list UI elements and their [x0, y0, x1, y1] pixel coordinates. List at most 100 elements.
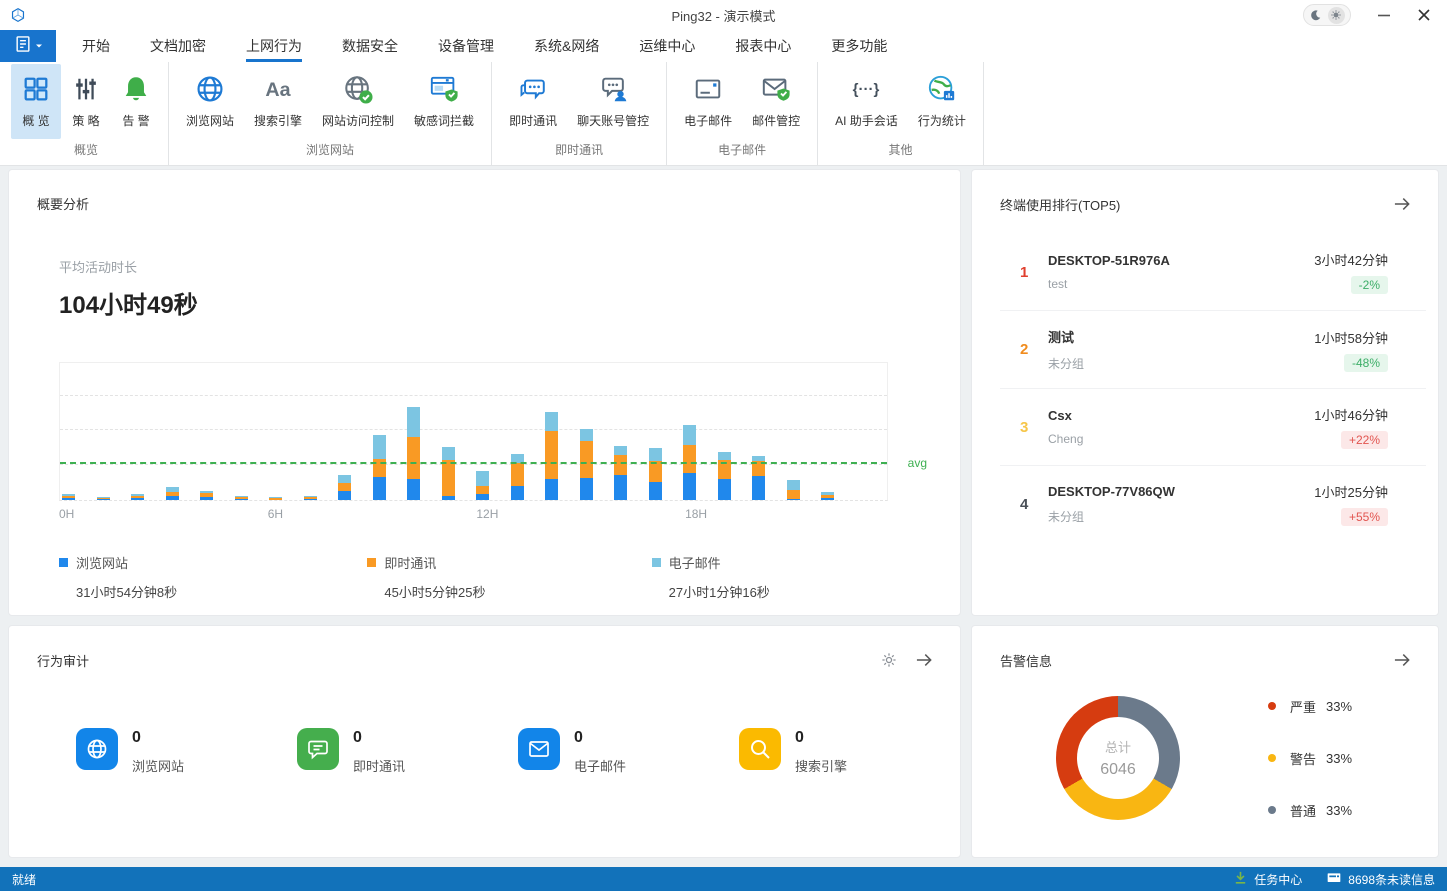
bar-hour-10[interactable] — [407, 407, 420, 500]
legend-label: 电子邮件 — [669, 553, 721, 572]
activity-chart-plot: avg — [59, 362, 888, 501]
arrow-right-icon[interactable] — [1392, 194, 1412, 214]
bar-segment — [580, 429, 593, 441]
panel-title: 行为审计 — [37, 651, 89, 670]
bar-hour-6[interactable] — [269, 497, 282, 500]
ribbon-item-策略[interactable]: 策 略 — [61, 64, 111, 139]
bar-hour-2[interactable] — [131, 494, 144, 500]
arrow-right-icon[interactable] — [1392, 650, 1412, 670]
bar-hour-5[interactable] — [235, 496, 248, 500]
grid-icon — [21, 71, 51, 107]
bar-hour-4[interactable] — [200, 491, 213, 500]
ribbon: 概 览策 略告 警概览浏览网站Aa搜索引擎网站访问控制敏感词拦截浏览网站即时通讯… — [0, 62, 1447, 166]
ribbon-item-行为统计[interactable]: 行为统计 — [908, 64, 976, 139]
legend-swatch — [367, 558, 376, 567]
ribbon-item-浏览网站[interactable]: 浏览网站 — [176, 64, 244, 139]
minimize-button[interactable] — [1377, 8, 1391, 22]
alert-level-pct: 33% — [1326, 699, 1352, 714]
bar-hour-1[interactable] — [97, 497, 110, 500]
ribbon-item-搜索引擎[interactable]: Aa搜索引擎 — [244, 64, 312, 139]
ribbon-item-即时通讯[interactable]: 即时通讯 — [499, 64, 567, 139]
stat-value: 0 — [574, 729, 626, 747]
tab-系统&网络[interactable]: 系统&网络 — [534, 30, 599, 62]
tab-设备管理[interactable]: 设备管理 — [438, 30, 494, 62]
moon-icon[interactable] — [1309, 9, 1322, 22]
ribbon-item-电子邮件[interactable]: 电子邮件 — [674, 64, 742, 139]
usage-duration: 1小时58分钟 — [1314, 328, 1388, 347]
bar-hour-11[interactable] — [442, 447, 455, 500]
bar-hour-21[interactable] — [787, 480, 800, 500]
ribbon-item-AI助手会话[interactable]: {···}AI 助手会话 — [825, 64, 908, 139]
arrow-right-icon[interactable] — [914, 650, 934, 670]
audit-stat-即时通讯[interactable]: 0即时通讯 — [297, 728, 518, 775]
avg-label: avg — [908, 456, 927, 470]
ribbon-item-敏感词拦截[interactable]: 敏感词拦截 — [404, 64, 484, 139]
audit-stat-搜索引擎[interactable]: 0搜索引擎 — [739, 728, 960, 775]
tab-更多功能[interactable]: 更多功能 — [831, 30, 887, 62]
gear-icon[interactable] — [880, 651, 898, 669]
bar-hour-9[interactable] — [373, 435, 386, 500]
bar-hour-7[interactable] — [304, 496, 317, 500]
terminal-name: 测试 — [1048, 327, 1314, 346]
audit-stat-浏览网站[interactable]: 0浏览网站 — [76, 728, 297, 775]
bar-segment — [580, 478, 593, 500]
tab-报表中心[interactable]: 报表中心 — [735, 30, 791, 62]
bar-hour-13[interactable] — [511, 454, 524, 500]
task-center-button[interactable]: 任务中心 — [1233, 870, 1302, 888]
bar-segment — [97, 499, 110, 500]
ribbon-item-告警[interactable]: 告 警 — [111, 64, 161, 139]
top5-item[interactable]: 3CsxCheng1小时46分钟+22% — [1000, 389, 1426, 466]
bar-segment — [683, 445, 696, 473]
page-title: 概要分析 — [37, 194, 89, 213]
sun-icon[interactable] — [1328, 7, 1345, 24]
menu-bar: 开始 文档加密 上网行为 数据安全 设备管理 系统&网络 运维中心 报表中心 更多功能 — [0, 30, 1447, 62]
top5-item[interactable]: 4DESKTOP-77V86QW未分组1小时25分钟+55% — [1000, 466, 1426, 542]
tab-运维中心[interactable]: 运维中心 — [639, 30, 695, 62]
usage-info: 1小时58分钟 -48% — [1314, 328, 1388, 372]
bar-hour-19[interactable] — [718, 452, 731, 500]
bar-segment — [580, 441, 593, 478]
bar-segment — [545, 479, 558, 500]
tab-上网行为[interactable]: 上网行为 — [246, 30, 302, 62]
bar-segment — [614, 475, 627, 500]
top5-item[interactable]: 1DESKTOP-51R976Atest3小时42分钟-2% — [1000, 234, 1426, 311]
unread-messages-button[interactable]: 8698条未读信息 — [1326, 870, 1435, 889]
app-menu-button[interactable] — [0, 30, 56, 62]
legend-dot — [1268, 702, 1276, 710]
ribbon-item-邮件管控[interactable]: 邮件管控 — [742, 64, 810, 139]
top5-item[interactable]: 2测试未分组1小时58分钟-48% — [1000, 311, 1426, 389]
bar-hour-16[interactable] — [614, 446, 627, 500]
app-menu-icon — [13, 34, 33, 59]
status-text: 就绪 — [12, 871, 36, 888]
ribbon-item-概览[interactable]: 概 览 — [11, 64, 61, 139]
bar-hour-0[interactable] — [62, 494, 75, 500]
bar-hour-8[interactable] — [338, 475, 351, 500]
close-button[interactable] — [1417, 8, 1431, 22]
bar-hour-12[interactable] — [476, 471, 489, 500]
tab-开始[interactable]: 开始 — [82, 30, 110, 62]
tab-数据安全[interactable]: 数据安全 — [342, 30, 398, 62]
bar-hour-15[interactable] — [580, 429, 593, 500]
change-badge: -48% — [1344, 354, 1388, 372]
alerts-header-actions — [1392, 650, 1412, 670]
audit-stat-电子邮件[interactable]: 0电子邮件 — [518, 728, 739, 775]
legend-item: 电子邮件 27小时1分钟16秒 — [652, 553, 960, 601]
panel-title: 终端使用排行(TOP5) — [1000, 195, 1120, 214]
top-row: 概要分析 平均活动时长 104小时49秒 avg 0H6H12H18H 浏览网站… — [8, 169, 1439, 616]
bar-segment — [407, 437, 420, 479]
terminal-info: 测试未分组 — [1048, 327, 1314, 372]
bar-segment — [752, 476, 765, 500]
bar-hour-3[interactable] — [166, 487, 179, 500]
bar-hour-14[interactable] — [545, 412, 558, 500]
top5-list: 1DESKTOP-51R976Atest3小时42分钟-2%2测试未分组1小时5… — [1000, 234, 1426, 542]
legend-value: 27小时1分钟16秒 — [669, 582, 960, 601]
ribbon-item-label: 概 览 — [22, 112, 49, 129]
tab-文档加密[interactable]: 文档加密 — [150, 30, 206, 62]
x-axis-label: 6H — [268, 507, 283, 521]
ribbon-item-网站访问控制[interactable]: 网站访问控制 — [312, 64, 404, 139]
ribbon-item-label: 告 警 — [122, 112, 149, 129]
theme-toggle[interactable] — [1303, 4, 1351, 26]
ribbon-item-聊天账号管控[interactable]: 聊天账号管控 — [567, 64, 659, 139]
bar-hour-17[interactable] — [649, 448, 662, 500]
bar-hour-22[interactable] — [821, 492, 834, 500]
